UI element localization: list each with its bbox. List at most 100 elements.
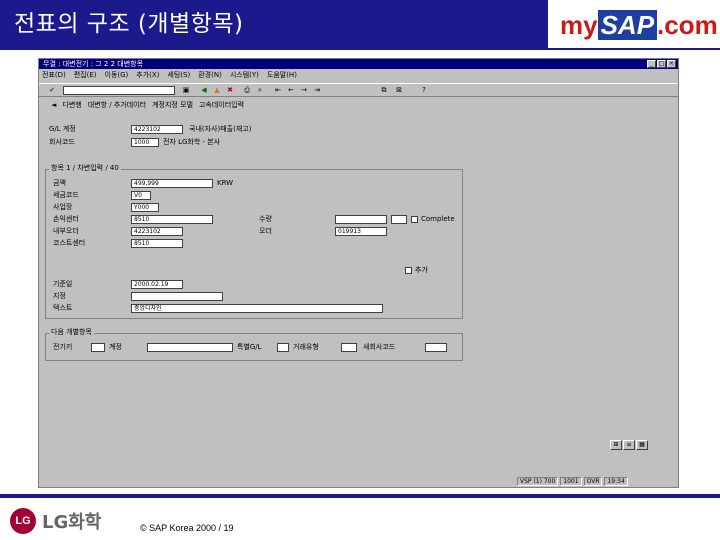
company-code-description: 전자 LG화학 - 본사	[163, 138, 221, 146]
prev-page-icon[interactable]: ←	[286, 86, 296, 95]
gl-account-label: G/L 계정	[49, 125, 76, 133]
quantity-unit-field[interactable]	[391, 215, 407, 224]
logo-com: .com	[657, 10, 718, 40]
assignment-field[interactable]	[131, 292, 223, 301]
print-icon[interactable]: ⎙	[242, 86, 252, 95]
profit-center-label: 손익센터	[53, 215, 79, 223]
menu-item-edit[interactable]: 편집(E)	[74, 70, 97, 81]
amount-label: 금액	[53, 179, 66, 187]
save-icon[interactable]: ▣	[181, 86, 191, 95]
business-area-label: 사업장	[53, 203, 73, 211]
create-session-icon[interactable]: ⧉	[379, 86, 389, 95]
status-client: 1001	[560, 477, 582, 486]
special-gl-field[interactable]	[277, 343, 289, 352]
corner-buttons: ⊞ ≡ ▦	[610, 440, 648, 450]
text-label: 텍스트	[53, 304, 73, 312]
value-date-field[interactable]: 2000.02.19	[131, 280, 183, 289]
order-field[interactable]: 019913	[335, 227, 387, 236]
company-code-field[interactable]: 1000	[131, 138, 159, 147]
minimize-icon[interactable]: _	[647, 60, 656, 68]
window-titlebar: 무결 : 대변전기 : 그 2 2 대변항목 _ □ ×	[39, 59, 678, 69]
app-btn-additional-data[interactable]: 대변항 / 추가데이터	[88, 99, 146, 111]
more-checkbox[interactable]	[405, 267, 412, 274]
slide-title: 전표의 구조 (개별항목)	[14, 11, 244, 37]
profit-center-field[interactable]: 8510	[131, 215, 213, 224]
back-icon[interactable]: ◀	[199, 86, 209, 95]
enter-icon[interactable]: ✔	[47, 86, 57, 95]
next-page-icon[interactable]: →	[299, 86, 309, 95]
tax-code-label: 세금코드	[53, 191, 79, 199]
app-btn-account-model[interactable]: 계정지정 모델	[152, 99, 193, 111]
gl-account-field[interactable]: 4223102	[131, 125, 183, 134]
list-icon[interactable]: ≡	[623, 440, 635, 450]
status-mode: OVR	[583, 477, 603, 486]
special-gl-label: 특별G/L	[237, 343, 262, 351]
slide-title-band: 전표의 구조 (개별항목)	[0, 0, 548, 48]
window-title: 무결 : 대변전기 : 그 2 2 대변항목	[43, 60, 144, 68]
exit-icon[interactable]: ▲	[212, 86, 222, 95]
logo-sap: SAP	[597, 10, 658, 40]
menu-item-goto[interactable]: 이동(G)	[105, 70, 129, 81]
mysap-logo: my SAP .com	[560, 10, 718, 41]
app-btn-fast-entry[interactable]: 고속데이터입력	[199, 99, 244, 111]
trans-type-label: 거래유형	[293, 343, 319, 351]
help-icon[interactable]: ?	[419, 86, 429, 95]
account-field[interactable]	[147, 343, 233, 352]
cancel-icon[interactable]: ✖	[225, 86, 235, 95]
close-icon[interactable]: ×	[667, 60, 676, 68]
logo-my: my	[560, 10, 598, 40]
business-area-field[interactable]: Y000	[131, 203, 159, 212]
maximize-icon[interactable]: □	[657, 60, 666, 68]
menu-item-document[interactable]: 전표(D)	[42, 70, 66, 81]
application-toolbar: ◄ 다변행 대변항 / 추가데이터 계정지정 모델 고속데이터입력	[39, 99, 678, 111]
sap-window: 무결 : 대변전기 : 그 2 2 대변항목 _ □ × 전표(D) 편집(E)…	[38, 58, 679, 488]
status-bar: VSP (1) 700 1001 OVR 19:34	[517, 477, 676, 486]
title-divider	[0, 48, 720, 50]
item-section-label: 항목 1 / 차변입력 / 40	[49, 164, 121, 173]
grid-icon[interactable]: ▦	[636, 440, 648, 450]
standard-toolbar: ✔ ▣ ◀ ▲ ✖ ⎙ ⌕ ⇤ ← → ⇥ ⧉ ⊠ ?	[39, 83, 678, 97]
window-controls: _ □ ×	[647, 60, 676, 68]
prev-item-icon[interactable]: ◄	[51, 99, 56, 111]
internal-order-field[interactable]: 4223102	[131, 227, 183, 236]
amount-field[interactable]: 499,999	[131, 179, 213, 188]
copyright-text: © SAP Korea 2000 / 19	[140, 523, 234, 533]
shortcut-icon[interactable]: ⊠	[394, 86, 404, 95]
cost-center-label: 코스트센터	[53, 239, 86, 247]
first-page-icon[interactable]: ⇤	[273, 86, 283, 95]
quantity-field[interactable]	[335, 215, 387, 224]
trans-type-field[interactable]	[341, 343, 357, 352]
menu-item-help[interactable]: 도움말(H)	[267, 70, 297, 81]
posting-key-field[interactable]	[91, 343, 105, 352]
command-field[interactable]	[63, 86, 175, 95]
complete-label: Complete	[421, 215, 455, 223]
find-icon[interactable]: ⌕	[255, 86, 265, 95]
app-btn-debit[interactable]: 다변행	[62, 99, 81, 111]
menu-bar: 전표(D) 편집(E) 이동(G) 추가(X) 세팅(S) 환경(N) 시스템(…	[39, 70, 678, 81]
overview-icon[interactable]: ⊞	[610, 440, 622, 450]
assignment-label: 지정	[53, 292, 66, 300]
menu-item-system[interactable]: 시스템(Y)	[230, 70, 259, 81]
more-label: 추가	[415, 266, 428, 274]
complete-checkbox[interactable]	[411, 216, 418, 223]
menu-item-environment[interactable]: 환경(N)	[198, 70, 222, 81]
menu-item-settings[interactable]: 세팅(S)	[167, 70, 190, 81]
cost-center-field[interactable]: 8510	[131, 239, 183, 248]
text-field[interactable]: 중앙디자인	[131, 304, 383, 313]
tax-code-field[interactable]: V0	[131, 191, 151, 200]
quantity-label: 수량	[259, 215, 272, 223]
item-group	[45, 169, 463, 319]
menu-item-extras[interactable]: 추가(X)	[136, 70, 159, 81]
new-company-code-label: 새회사코드	[363, 343, 396, 351]
last-page-icon[interactable]: ⇥	[312, 86, 322, 95]
value-date-label: 기준일	[53, 280, 73, 288]
status-time: 19:34	[604, 477, 628, 486]
new-company-code-field[interactable]	[425, 343, 447, 352]
currency-label: KRW	[217, 179, 234, 187]
internal-order-label: 내부오더	[53, 227, 79, 235]
company-code-label: 회사코드	[49, 138, 75, 146]
order-label-text: 오더	[259, 227, 272, 235]
lg-company-name: LG화학	[42, 512, 102, 533]
lg-chem-logo: LG LG화학	[10, 508, 101, 534]
account-label: 계정	[109, 343, 122, 351]
